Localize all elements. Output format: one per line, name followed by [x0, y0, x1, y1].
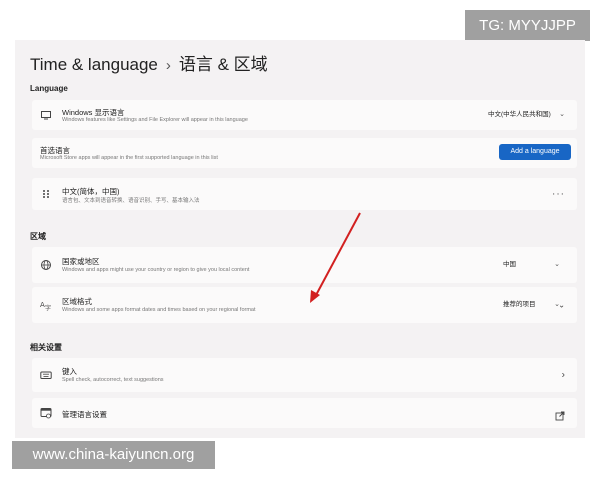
- settings-window: Time & language › 语言 & 区域 Language Windows…: [15, 40, 585, 438]
- watermark: www.china-kaiyuncn.org: [12, 441, 215, 469]
- tg-tag: TG: MYYJJPP: [465, 10, 590, 41]
- annotation-arrow: [310, 212, 361, 303]
